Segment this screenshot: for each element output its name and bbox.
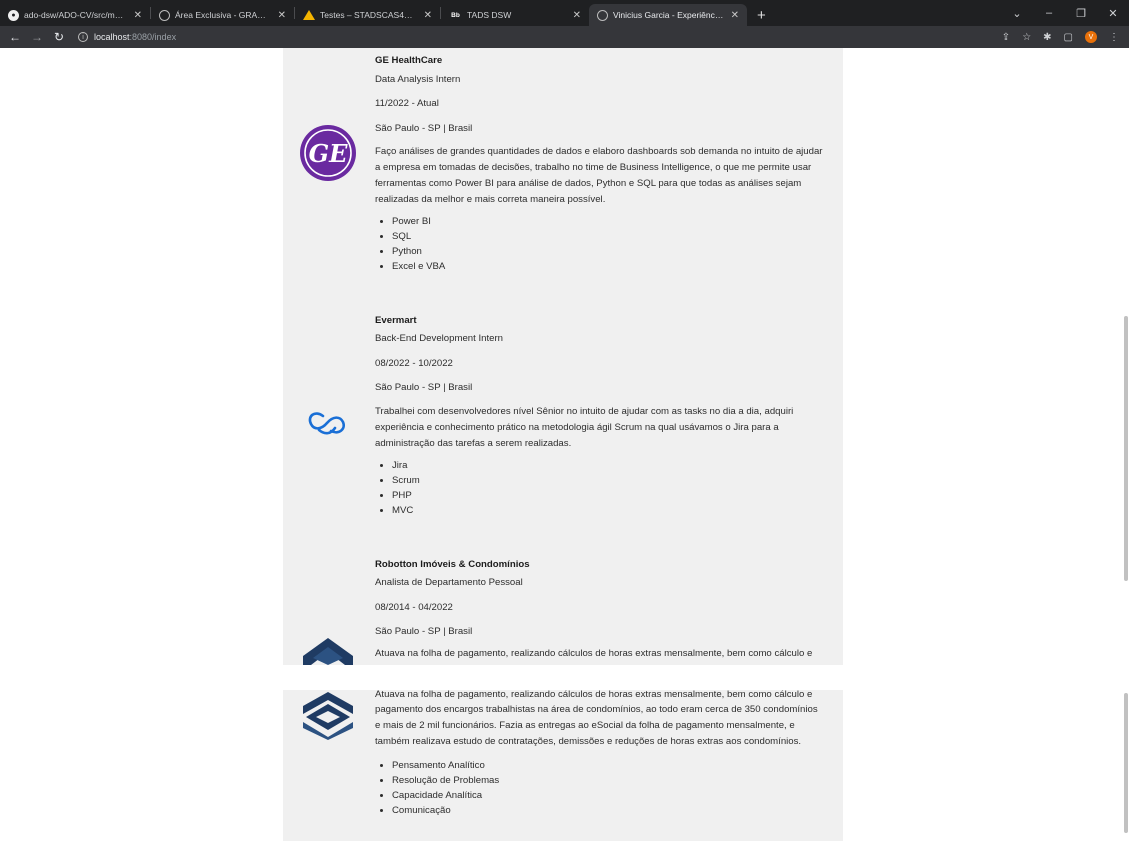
minimize-icon[interactable]: – (1033, 7, 1065, 19)
job-period: 11/2022 - Atual (375, 98, 439, 109)
skills-list: Pensamento Analítico Resolução de Proble… (375, 758, 499, 818)
scrollbar-thumb[interactable] (1124, 693, 1128, 833)
tab-title: Testes – STADSCAS4NC-2303-0 (320, 10, 417, 20)
job-location: São Paulo - SP | Brasil (375, 626, 473, 637)
job-description-line: também realizava estudo de contratações,… (375, 736, 802, 747)
job-description-line: pagamento dos encargos trabalhistas na á… (375, 704, 818, 715)
close-icon[interactable]: ✕ (571, 10, 583, 21)
list-item: Jira (392, 458, 420, 473)
skills-list: Jira Scrum PHP MVC (375, 458, 420, 518)
close-icon[interactable]: ✕ (422, 10, 434, 21)
tab-area-exclusiva[interactable]: Área Exclusiva - GRADUAÇÃO - ✕ (151, 4, 294, 26)
share-icon[interactable]: ⇪ (1002, 32, 1010, 43)
list-item: Resolução de Problemas (392, 773, 499, 788)
job-description: Faço análises de grandes quantidades de … (375, 146, 823, 205)
warning-icon (303, 10, 315, 20)
globe-icon (159, 9, 170, 21)
svg-text:GE: GE (309, 139, 348, 168)
tab-github[interactable]: ● ado-dsw/ADO-CV/src/main/res ✕ (0, 4, 150, 26)
sidepanel-icon[interactable]: ▢ (1064, 32, 1073, 43)
close-window-icon[interactable]: ✕ (1097, 7, 1129, 20)
job-role: Analista de Departamento Pessoal (375, 577, 523, 588)
job-description-line: Atuava na folha de pagamento, realizando… (375, 689, 813, 700)
job-description-line: e mais de 2 mil funcionários. Fazia as e… (375, 720, 795, 731)
back-arrow-icon[interactable]: ← (4, 30, 26, 44)
tab-title: TADS DSW (467, 10, 512, 20)
new-tab-button[interactable]: + (747, 4, 776, 26)
evermart-logo (308, 412, 345, 435)
window-controls: ⌄ – ❐ ✕ (1001, 0, 1129, 26)
job-description: Trabalhei com desenvolvedores nível Sêni… (375, 406, 794, 449)
company-name: GE HealthCare (375, 55, 443, 66)
close-icon[interactable]: ✕ (276, 10, 288, 21)
tab-title: ado-dsw/ADO-CV/src/main/res (24, 10, 127, 20)
job-period: 08/2022 - 10/2022 (375, 358, 453, 369)
globe-icon (597, 9, 608, 21)
job-role: Data Analysis Intern (375, 74, 461, 85)
job-description-partial: Atuava na folha de pagamento, realizando… (375, 648, 818, 665)
browser-toolbar: ← → ↻ i localhost:8080/index ⇪ ☆ ✱ ▢ V ⋮ (0, 26, 1129, 48)
github-icon: ● (8, 9, 19, 21)
blackboard-icon: Bb (449, 9, 462, 21)
tab-tads-dsw[interactable]: Bb TADS DSW ✕ (441, 4, 589, 26)
list-item: Excel e VBA (392, 259, 445, 274)
robotton-logo (303, 692, 353, 740)
tab-testes[interactable]: Testes – STADSCAS4NC-2303-0 ✕ (295, 4, 440, 26)
browser-tab-bar: ● ado-dsw/ADO-CV/src/main/res ✕ Área Exc… (0, 0, 1129, 26)
list-item: Power BI (392, 214, 445, 229)
info-icon[interactable]: i (78, 32, 88, 42)
list-item: PHP (392, 488, 420, 503)
avatar[interactable]: V (1085, 31, 1097, 43)
company-name: Robotton Imóveis & Condomínios (375, 559, 530, 570)
list-item: Python (392, 244, 445, 259)
list-item: Pensamento Analítico (392, 758, 499, 773)
address-bar[interactable]: i localhost:8080/index (78, 29, 1002, 45)
toolbar-actions: ⇪ ☆ ✱ ▢ V ⋮ (1002, 31, 1129, 43)
job-period: 08/2014 - 04/2022 (375, 602, 453, 613)
close-icon[interactable]: ✕ (132, 10, 144, 21)
company-name: Evermart (375, 315, 417, 326)
menu-icon[interactable]: ⋮ (1109, 32, 1119, 43)
extensions-icon[interactable]: ✱ (1043, 32, 1051, 43)
skills-list: Power BI SQL Python Excel e VBA (375, 214, 445, 274)
experience-panel-continued: Atuava na folha de pagamento, realizando… (283, 689, 843, 841)
page-viewport: GE HealthCare Data Analysis Intern 11/20… (0, 48, 1129, 841)
list-item: Comunicação (392, 803, 499, 818)
url-host: localhost (94, 32, 130, 42)
tab-title: Área Exclusiva - GRADUAÇÃO - (175, 10, 271, 20)
experience-panel: GE HealthCare Data Analysis Intern 11/20… (283, 48, 843, 665)
list-item: Scrum (392, 473, 420, 488)
reload-icon[interactable]: ↻ (48, 30, 70, 44)
close-icon[interactable]: ✕ (729, 10, 741, 21)
tab-title: Vinicius Garcia - Experiências (613, 10, 724, 20)
list-item: MVC (392, 503, 420, 518)
job-location: São Paulo - SP | Brasil (375, 382, 473, 393)
maximize-icon[interactable]: ❐ (1065, 7, 1097, 20)
job-role: Back-End Development Intern (375, 333, 503, 344)
robotton-logo (303, 638, 353, 665)
list-item: Capacidade Analítica (392, 788, 499, 803)
url-path: :8080/index (129, 32, 177, 42)
ge-logo: GE (300, 125, 356, 181)
star-icon[interactable]: ☆ (1022, 32, 1031, 43)
list-item: SQL (392, 229, 445, 244)
scrollbar-thumb[interactable] (1124, 316, 1128, 581)
forward-arrow-icon[interactable]: → (26, 30, 48, 44)
job-location: São Paulo - SP | Brasil (375, 123, 473, 134)
chevron-down-icon[interactable]: ⌄ (1001, 7, 1033, 20)
tab-experiencias[interactable]: Vinicius Garcia - Experiências ✕ (589, 4, 747, 26)
